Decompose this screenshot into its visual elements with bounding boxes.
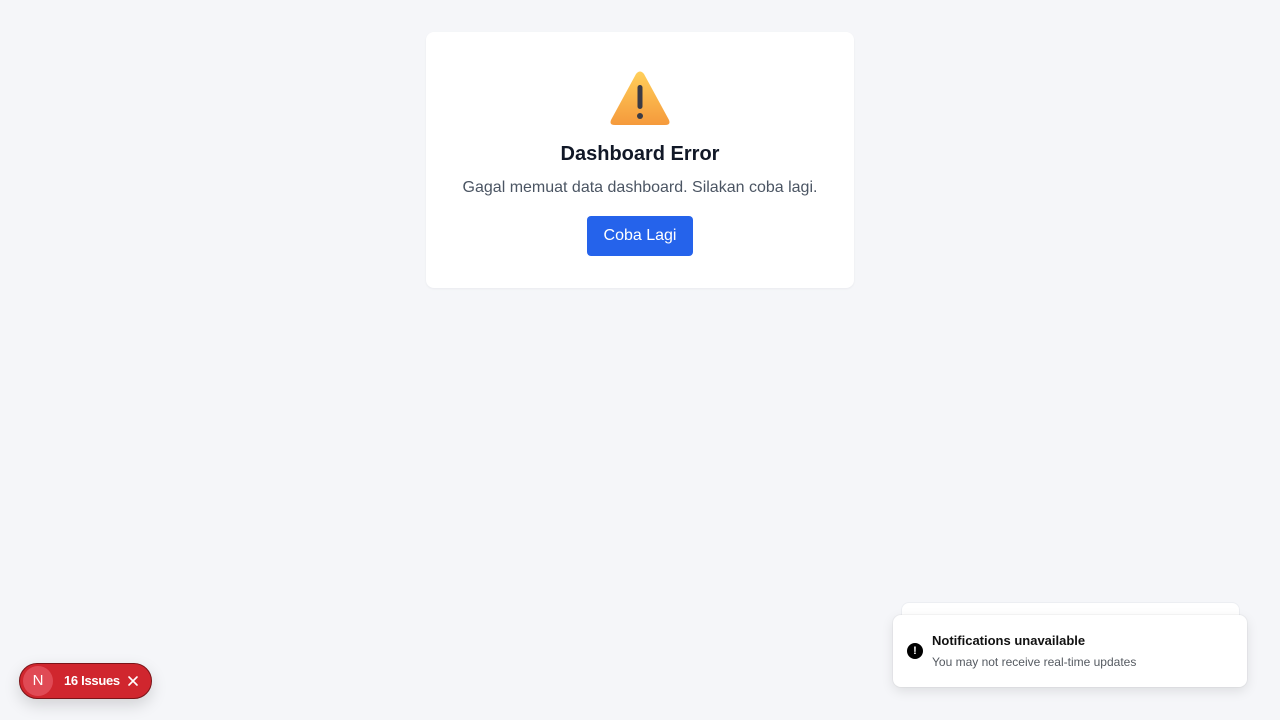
error-card: Dashboard Error Gagal memuat data dashbo… (426, 32, 854, 288)
error-message: Gagal memuat data dashboard. Silakan cob… (462, 179, 818, 196)
issues-indicator[interactable]: N 16 Issues (19, 663, 152, 699)
retry-button[interactable]: Coba Lagi (587, 216, 693, 256)
toast-description: You may not receive real-time updates (932, 655, 1137, 669)
error-title: Dashboard Error (560, 143, 720, 165)
alert-icon: ! (907, 643, 923, 659)
warning-icon (610, 71, 670, 125)
issues-count-label[interactable]: 16 Issues (64, 664, 120, 698)
close-icon[interactable] (126, 674, 140, 688)
page: Dashboard Error Gagal memuat data dashbo… (0, 0, 1280, 720)
notification-toast[interactable]: ! Notifications unavailable You may not … (893, 615, 1247, 687)
nextjs-logo-icon[interactable]: N (23, 666, 53, 696)
toast-title: Notifications unavailable (932, 633, 1086, 648)
